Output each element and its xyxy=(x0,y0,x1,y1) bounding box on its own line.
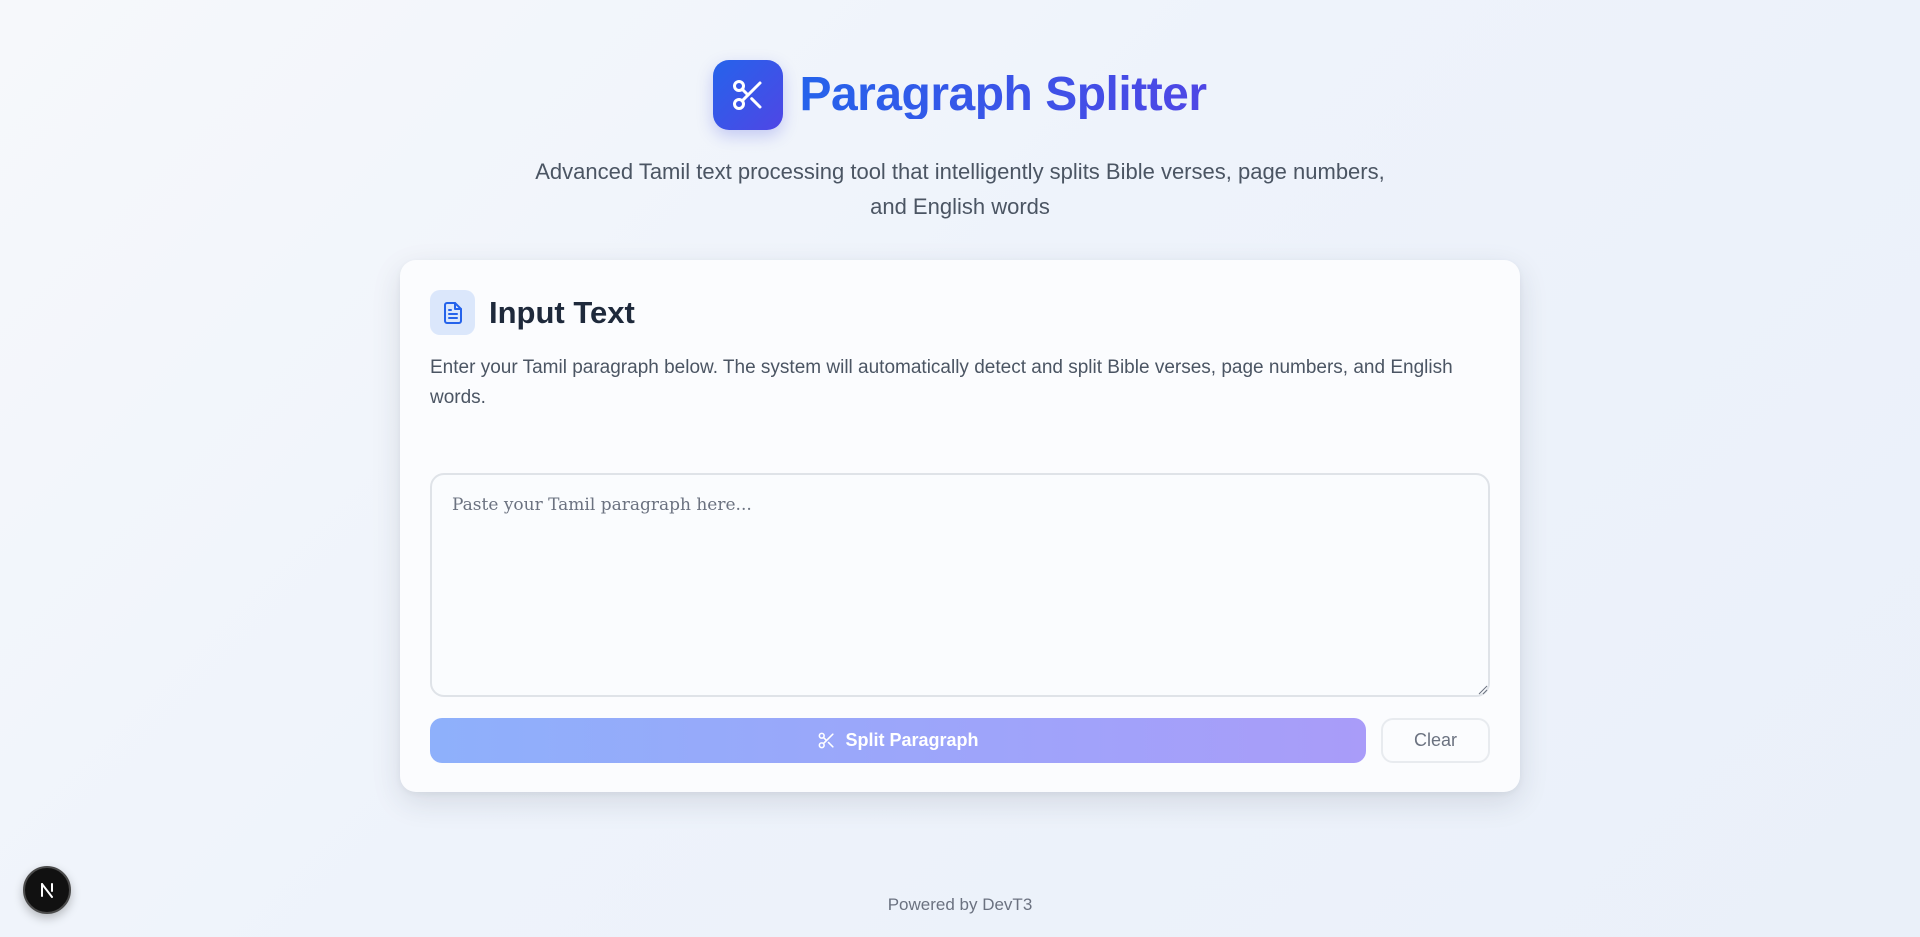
card-header: Input Text xyxy=(430,290,635,335)
split-paragraph-button[interactable]: Split Paragraph xyxy=(430,718,1366,763)
document-icon-badge xyxy=(430,290,475,335)
split-button-label: Split Paragraph xyxy=(845,730,979,750)
logo-badge xyxy=(713,60,784,130)
n-logo-icon xyxy=(41,883,53,898)
page-title: Paragraph Splitter xyxy=(799,68,1207,121)
scissors-icon xyxy=(733,80,762,110)
card-description: Enter your Tamil paragraph below. The sy… xyxy=(430,357,1453,408)
scissors-icon xyxy=(819,732,835,749)
footer-credit: Powered by DevT3 xyxy=(887,895,1033,914)
page-header: Paragraph Splitter Advanced Tamil text p… xyxy=(0,60,1920,224)
dev-tools-badge[interactable] xyxy=(23,866,71,914)
resize-handle-icon[interactable] xyxy=(1478,685,1488,695)
input-card: Input Text Enter your Tamil paragraph be… xyxy=(400,260,1520,792)
document-icon xyxy=(443,301,462,324)
card-title: Input Text xyxy=(489,294,635,330)
title-row: Paragraph Splitter xyxy=(0,60,1920,130)
paragraph-input[interactable] xyxy=(430,473,1490,697)
page-subtitle: Advanced Tamil text processing tool that… xyxy=(535,159,1385,219)
clear-button[interactable]: Clear xyxy=(1381,718,1490,763)
